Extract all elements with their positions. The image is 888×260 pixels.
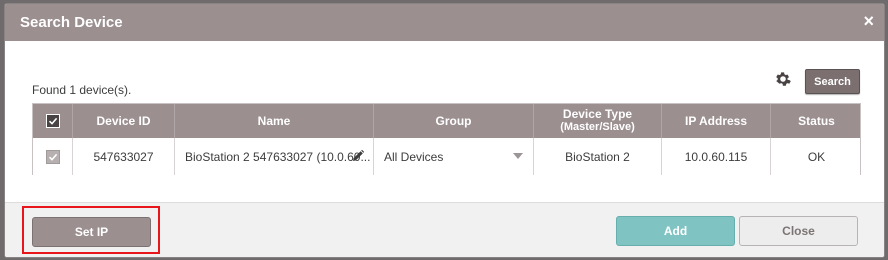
close-button[interactable]: Close [739, 216, 858, 246]
header-name[interactable]: Name [174, 104, 373, 138]
cell-name-text: BioStation 2 547633027 (10.0.60... [185, 149, 371, 164]
group-select-value: All Devices [384, 149, 444, 164]
table-header: Device ID Name Group Device Type (Master… [33, 104, 860, 138]
header-device-type-label: Device Type [562, 107, 633, 121]
header-group[interactable]: Group [373, 104, 533, 138]
group-select[interactable]: All Devices [373, 138, 533, 175]
pencil-icon[interactable] [351, 149, 365, 163]
select-all-checkbox[interactable] [45, 114, 60, 128]
header-device-type[interactable]: Device Type (Master/Slave) [533, 104, 661, 138]
found-count-text: Found 1 device(s). [32, 83, 132, 97]
close-icon[interactable]: × [863, 11, 874, 31]
header-device-type-sublabel: (Master/Slave) [560, 121, 635, 133]
cell-status: OK [770, 138, 862, 175]
cell-ip-address: 10.0.60.115 [661, 138, 770, 175]
header-status[interactable]: Status [770, 104, 862, 138]
row-checkbox-cell [33, 138, 72, 175]
cell-device-id: 547633027 [72, 138, 174, 175]
highlight-box [22, 206, 160, 254]
cell-name: BioStation 2 547633027 (10.0.60... [174, 138, 373, 175]
header-checkbox-cell [33, 104, 72, 138]
check-icon [48, 153, 57, 161]
header-device-id[interactable]: Device ID [72, 104, 174, 138]
dialog-title: Search Device [20, 14, 123, 31]
check-icon [48, 117, 57, 125]
cell-device-type: BioStation 2 [533, 138, 661, 175]
device-table: Device ID Name Group Device Type (Master… [32, 103, 861, 175]
dialog-titlebar: Search Device × [5, 4, 884, 41]
search-button[interactable]: Search [805, 69, 860, 94]
gear-icon[interactable] [775, 71, 791, 87]
chevron-down-icon [513, 153, 523, 159]
row-checkbox[interactable] [45, 149, 60, 164]
header-ip-address[interactable]: IP Address [661, 104, 770, 138]
add-button[interactable]: Add [616, 216, 735, 246]
table-row[interactable]: 547633027 BioStation 2 547633027 (10.0.6… [33, 138, 860, 175]
